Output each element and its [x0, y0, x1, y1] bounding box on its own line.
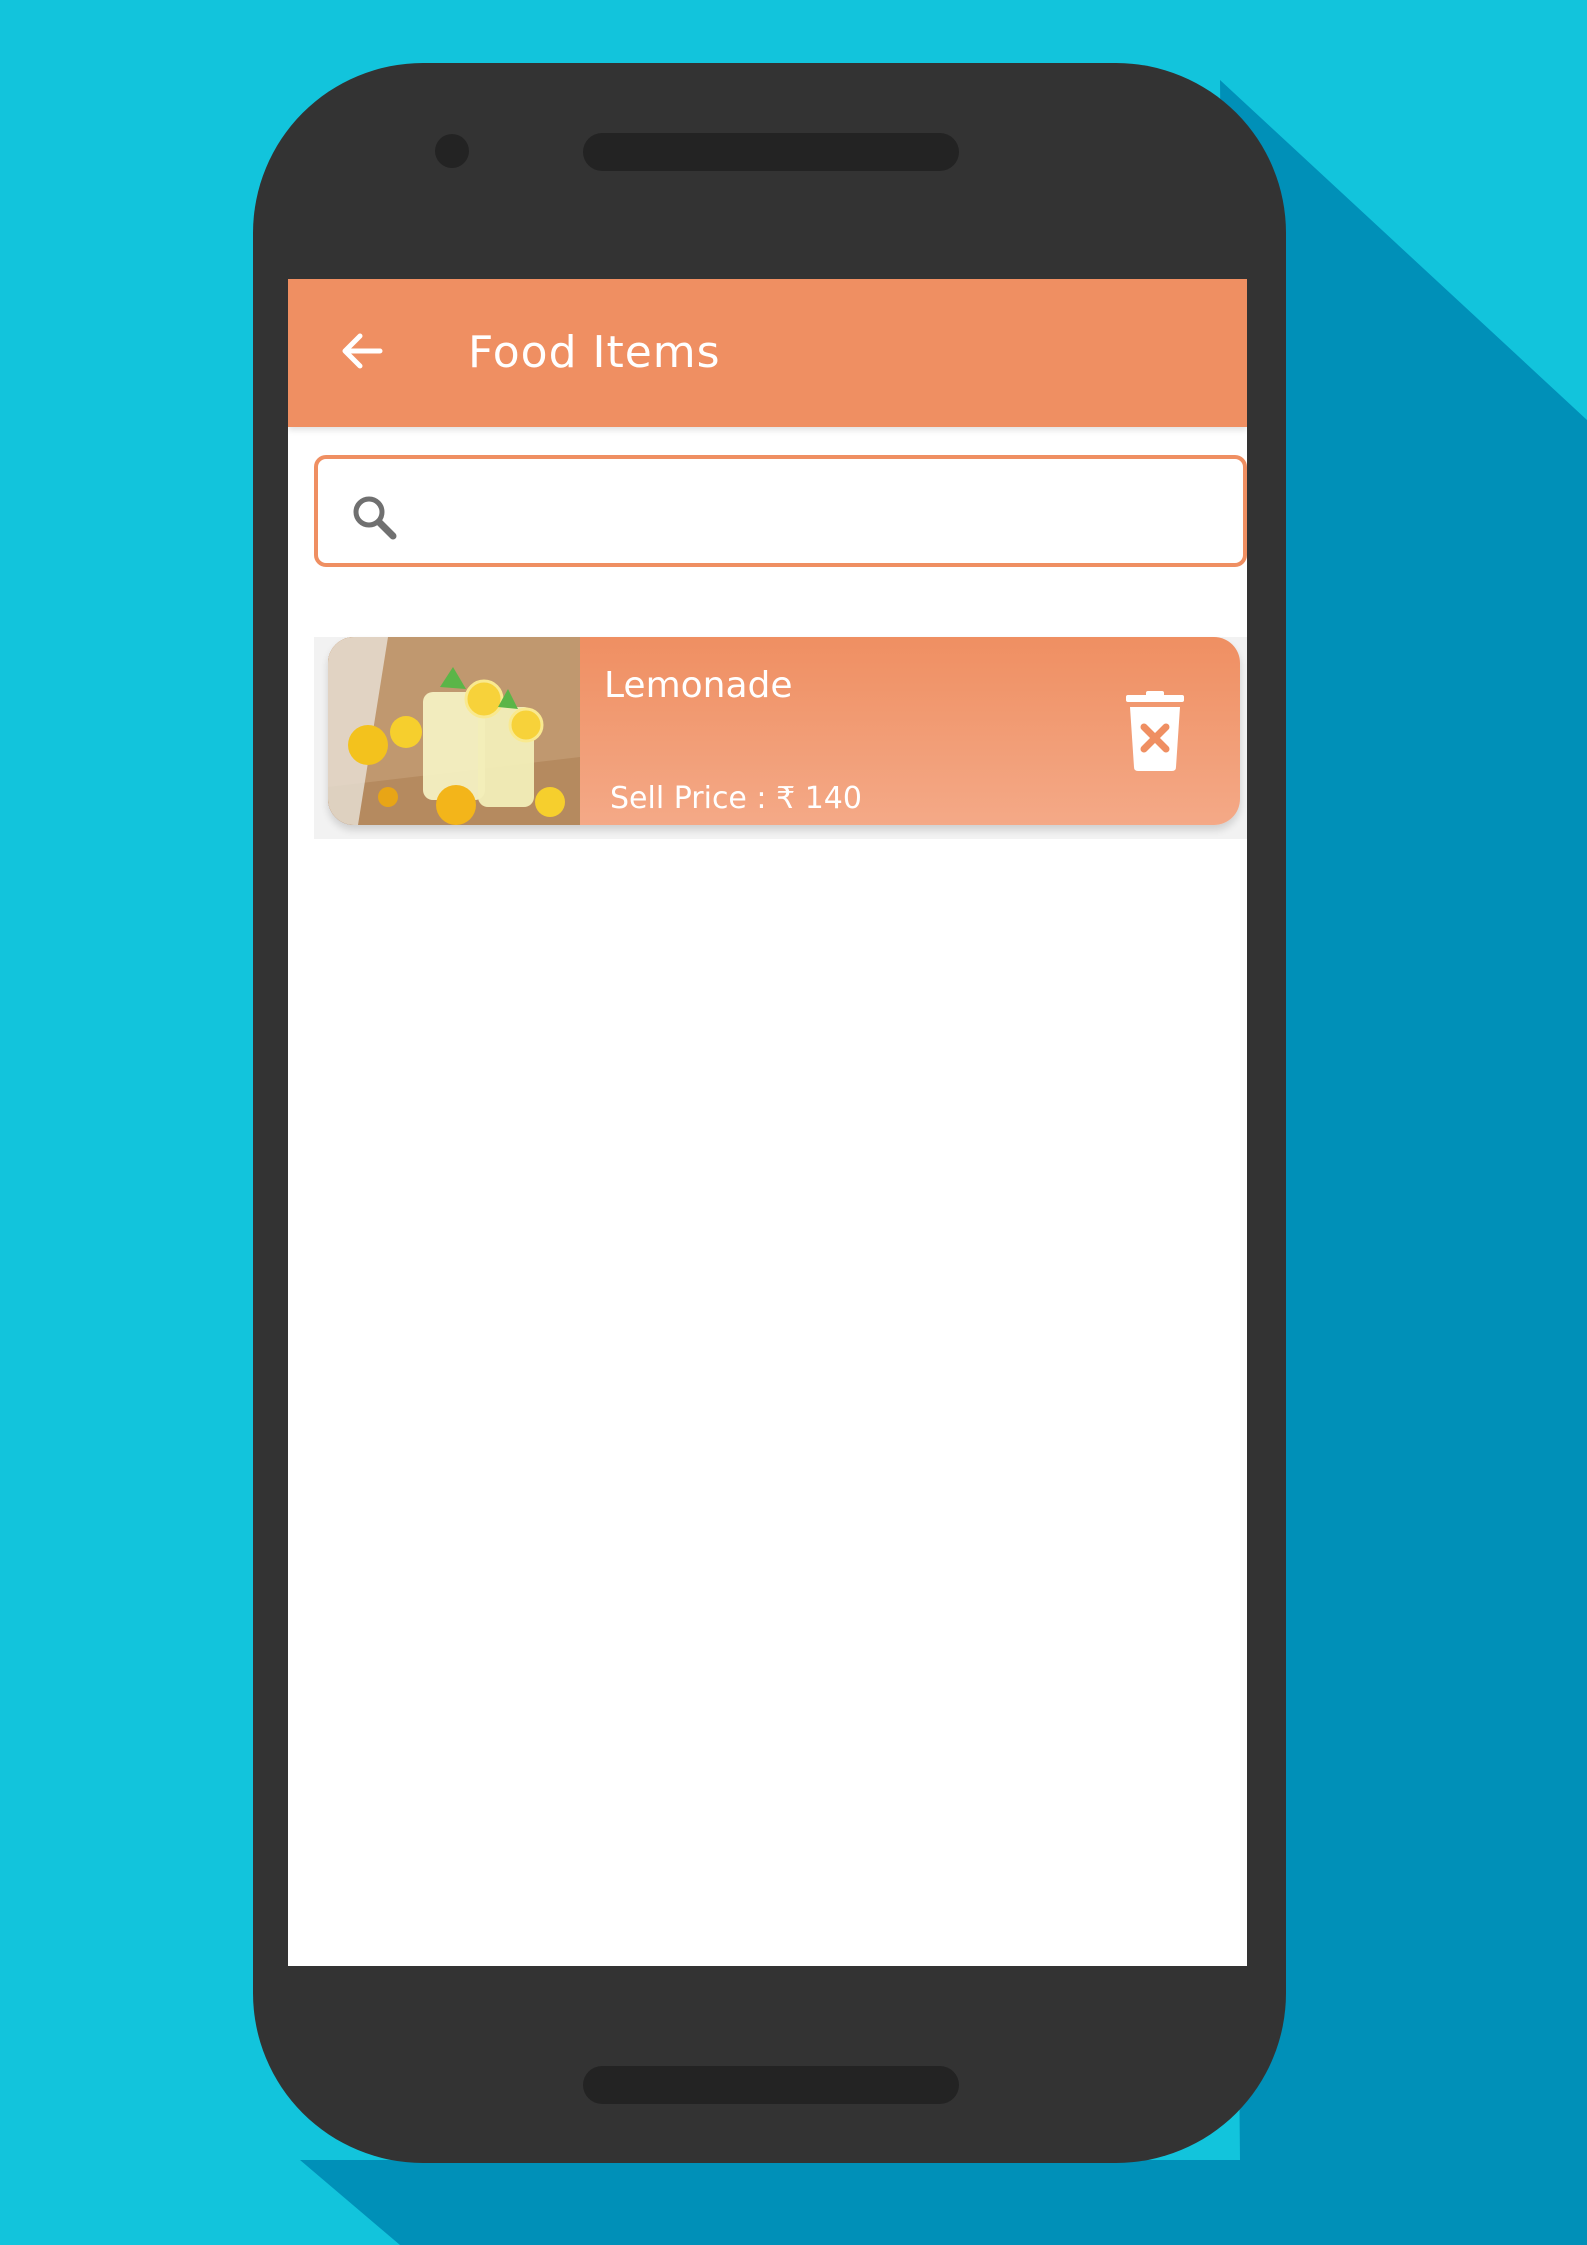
search-icon — [348, 491, 400, 543]
speaker-top — [583, 133, 959, 171]
search-input[interactable] — [418, 479, 1222, 545]
arrow-back-icon[interactable] — [332, 321, 392, 381]
food-item-card[interactable]: Lemonade Sell Price : ₹ 140 — [328, 637, 1240, 825]
food-items-list: Lemonade Sell Price : ₹ 140 — [314, 637, 1247, 839]
page-title: Food Items — [468, 327, 721, 378]
app-bar: Food Items — [288, 279, 1247, 427]
food-item-price: Sell Price : ₹ 140 — [610, 781, 862, 816]
app-screen: Food Items Lemonade Sell Price: ₹ 140 — [288, 279, 1247, 1966]
lemonade-photo — [328, 637, 580, 825]
camera — [435, 134, 469, 168]
delete-icon[interactable] — [1124, 691, 1186, 771]
speaker-bottom — [583, 2066, 959, 2104]
food-item-name: Lemonade — [604, 665, 793, 706]
search-bar[interactable] — [314, 455, 1247, 567]
